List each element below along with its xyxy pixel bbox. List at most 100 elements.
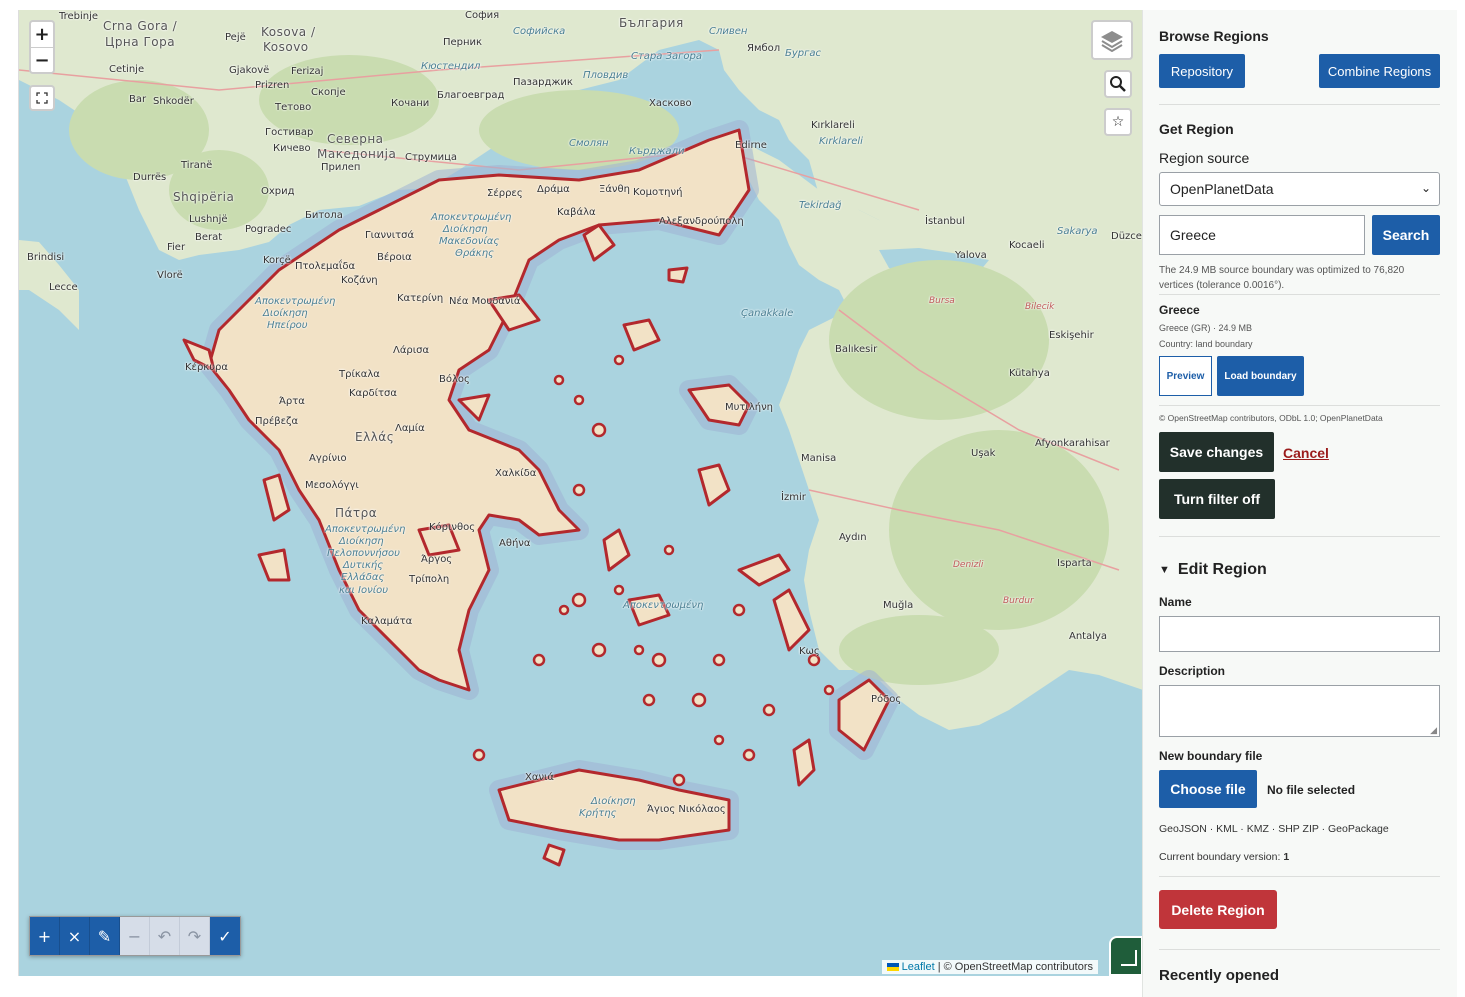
description-textarea[interactable]: ◢ (1159, 685, 1440, 737)
leaflet-link[interactable]: Leaflet (902, 961, 935, 973)
fullscreen-button[interactable] (29, 85, 55, 111)
map-label: Μυτιλήνη (725, 402, 773, 413)
turn-filter-off-button[interactable]: Turn filter off (1159, 479, 1275, 519)
map-label: Софийска (513, 26, 566, 37)
map-label: Πελοποννήσου (327, 548, 400, 559)
map-label: Ελλάδας (341, 572, 385, 583)
no-file-text: No file selected (1267, 783, 1356, 797)
divider (1159, 536, 1440, 537)
cancel-link[interactable]: Cancel (1283, 445, 1329, 461)
map-view[interactable]: Trebinje Crna Gora / Црна Гора Pejë Koso… (18, 10, 1142, 976)
map-label: İstanbul (925, 216, 966, 227)
resize-grip-icon: ◢ (1430, 725, 1437, 735)
save-changes-button[interactable]: Save changes (1159, 432, 1274, 472)
map-label: Пазарджик (513, 77, 573, 88)
region-search-input[interactable]: Greece (1159, 215, 1365, 255)
map-search-button[interactable] (1104, 70, 1132, 98)
map-label: Благоевград (437, 90, 505, 101)
region-source-select[interactable]: OpenPlanetData ⌄ (1159, 172, 1440, 206)
map-label: Νέα Μουδανιά (449, 296, 521, 307)
layers-icon (1101, 31, 1123, 52)
map-label: Αθήνα (499, 538, 531, 549)
map-label: Αποκεντρωμένη (623, 600, 704, 611)
map-label: Ρόδος (871, 694, 902, 705)
map-label: Струмица (405, 152, 458, 163)
map-label: Μεσολόγγι (305, 480, 359, 491)
preview-button[interactable]: Preview (1159, 356, 1212, 396)
map-label: Δυτικής (343, 560, 384, 571)
delete-shape-button[interactable]: × (60, 917, 90, 955)
get-region-title: Get Region (1159, 121, 1234, 137)
map-label: Пловдив (583, 70, 629, 81)
name-input[interactable] (1159, 616, 1440, 652)
name-label: Name (1159, 595, 1192, 609)
resize-handle[interactable] (1109, 936, 1142, 976)
zoom-out-button[interactable]: − (30, 47, 54, 72)
sidebar: Browse Regions Repository Combine Region… (1142, 10, 1457, 997)
zoom-in-button[interactable]: + (30, 22, 54, 47)
map-label: Sakarya (1057, 226, 1098, 237)
caret-down-icon: ▼ (1159, 564, 1170, 576)
draw-polygon-button[interactable]: + (30, 917, 60, 955)
zoom-control: + − (29, 20, 55, 74)
result-meta: Greece (GR) · 24.9 MB (1159, 323, 1253, 333)
boundary-version: Current boundary version: 1 (1159, 851, 1289, 863)
result-type: Country: land boundary (1159, 339, 1253, 349)
edit-region-toggle[interactable]: ▼ Edit Region (1159, 561, 1267, 579)
map-label: Edirne (735, 140, 767, 151)
map-label: Κόρινθος (429, 522, 476, 533)
undo-button[interactable]: ↶ (150, 917, 180, 955)
browse-regions-title: Browse Regions (1159, 28, 1269, 44)
bookmark-button[interactable]: ☆ (1104, 108, 1132, 136)
edit-shape-button[interactable]: ✎ (90, 917, 120, 955)
map-label: Σέρρες (487, 188, 523, 199)
choose-file-button[interactable]: Choose file (1159, 770, 1257, 808)
map-label: Δράμα (537, 184, 570, 195)
map-label: Çanakkale (741, 308, 794, 319)
map-label: Битола (305, 210, 343, 221)
result-name: Greece (1159, 303, 1200, 317)
map-label: Muğla (883, 600, 914, 611)
map-label: Άγιος Νικόλαος (647, 804, 726, 815)
map-label: Düzce (1111, 231, 1142, 242)
map-label: Αλεξανδρούπολη (659, 216, 744, 227)
map-label: Tiranë (181, 160, 213, 171)
map-label: Καρδίτσα (349, 388, 397, 399)
combine-regions-button[interactable]: Combine Regions (1319, 54, 1440, 88)
map-label: Αποκεντρωμένη (255, 296, 336, 307)
boundary-version-value: 1 (1283, 851, 1290, 863)
map-label: Χανιά (525, 772, 555, 783)
map-label: Διοίκηση (443, 224, 488, 235)
map-label: Uşak (971, 448, 996, 459)
map-label: Κως (799, 646, 820, 657)
map-basemap[interactable] (19, 10, 1142, 976)
map-label: Shqipëria (173, 190, 235, 204)
map-label: Διοίκηση (591, 796, 636, 807)
star-icon: ☆ (1111, 114, 1125, 130)
divider (1159, 876, 1440, 877)
repository-button[interactable]: Repository (1159, 54, 1245, 88)
map-label: Kosovo (263, 40, 309, 54)
delete-region-button[interactable]: Delete Region (1159, 890, 1277, 929)
map-label: Ξάνθη (599, 184, 630, 195)
redo-button[interactable]: ↷ (180, 917, 210, 955)
map-label: Brindisi (27, 252, 65, 263)
map-label: Γιαννιτσά (365, 230, 415, 241)
search-button[interactable]: Search (1372, 215, 1440, 255)
layers-button[interactable] (1091, 20, 1133, 60)
finish-button[interactable]: ✓ (210, 917, 240, 955)
map-label: Tekirdağ (799, 200, 842, 211)
map-label: Хасково (649, 98, 692, 109)
region-search-value: Greece (1170, 227, 1216, 243)
map-label: Lecce (49, 282, 78, 293)
map-label: Смолян (569, 138, 609, 149)
map-label: Berat (195, 232, 223, 243)
map-label: Μακεδονίας (439, 236, 500, 247)
map-label: Αγρίνιο (309, 453, 347, 464)
map-label: Αποκεντρωμένη (431, 212, 512, 223)
map-label: Kosova / (261, 25, 316, 39)
remove-vertex-button[interactable]: − (120, 917, 150, 955)
load-boundary-button[interactable]: Load boundary (1217, 356, 1304, 396)
data-attribution: © OpenStreetMap contributors, ODbL 1.0; … (1159, 413, 1383, 423)
map-label: Kocaeli (1009, 240, 1045, 251)
